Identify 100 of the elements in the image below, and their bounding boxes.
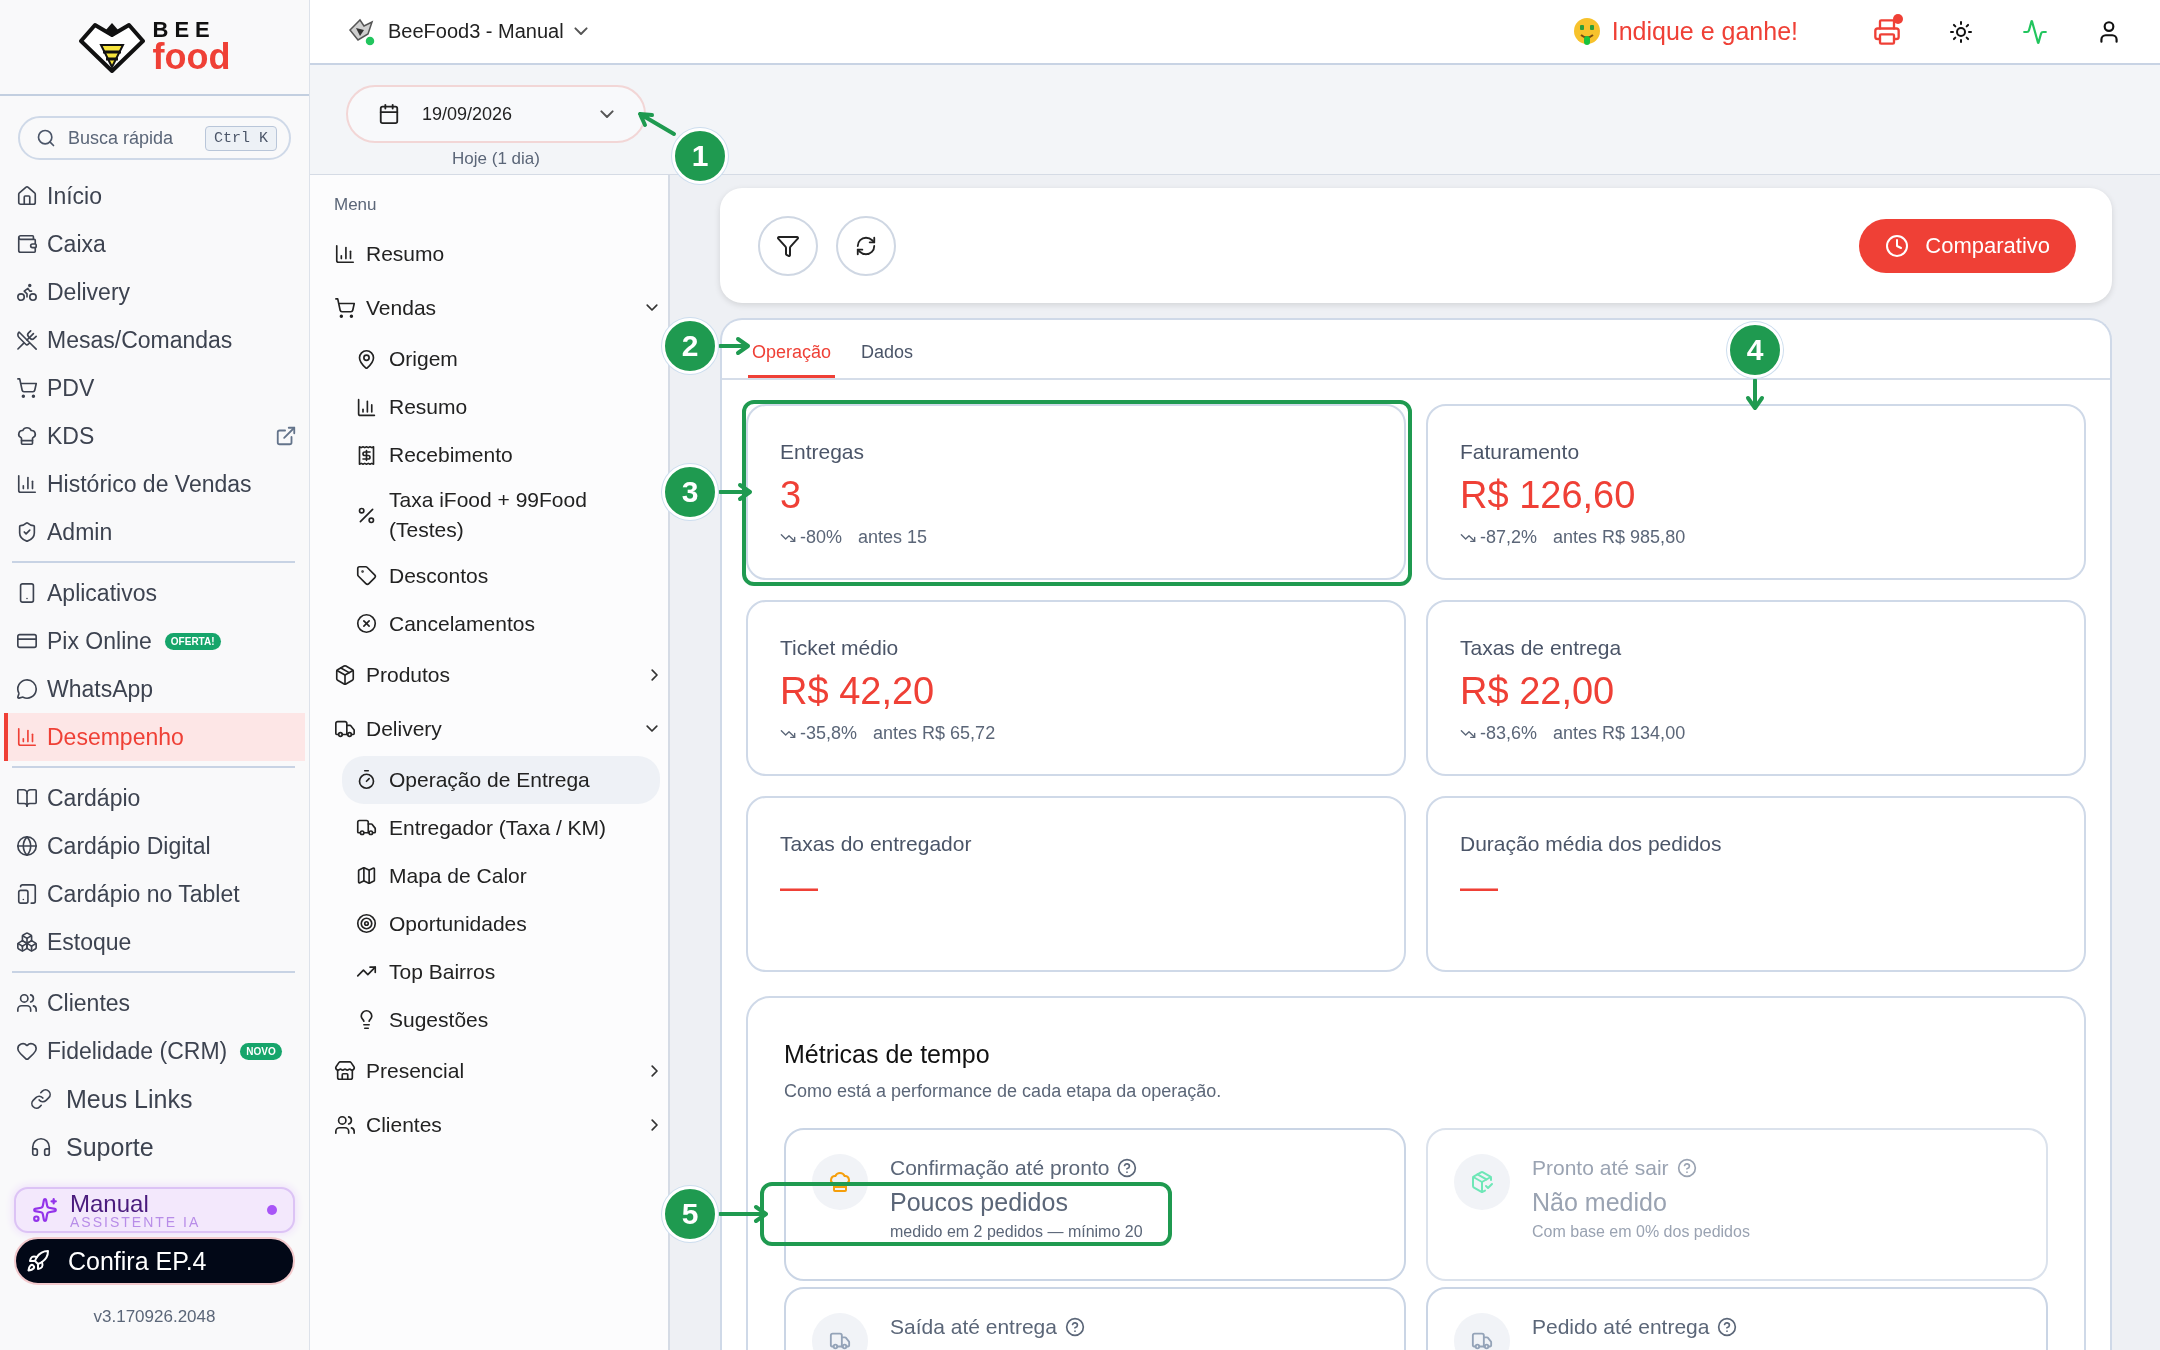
help-icon[interactable] [1117, 1158, 1138, 1178]
chevron-down-icon [573, 27, 588, 36]
submenu-item[interactable]: Taxa iFood + 99Food (Testes) [342, 479, 660, 552]
pulse-icon [2022, 18, 2048, 45]
pointer-arrow [720, 338, 750, 354]
submenu-item[interactable]: Presencial [334, 1043, 660, 1098]
nav-item[interactable]: Pix Online OFERTA! [4, 617, 305, 665]
time-metric-value: Não medido [1532, 1188, 1668, 1217]
target-icon [356, 913, 377, 935]
nav-item[interactable]: Início [4, 172, 305, 220]
cart-icon [334, 297, 356, 319]
time-metric-value: Poucos pedidos [890, 1188, 1069, 1217]
submenu-item[interactable]: Origem [342, 335, 660, 383]
metric-label: Taxas do entregador [780, 832, 973, 856]
nav-item[interactable]: PDV [4, 364, 305, 412]
refresh-icon [855, 234, 877, 257]
nav-item[interactable]: Fidelidade (CRM) NOVO [4, 1027, 305, 1075]
nav-item[interactable]: KDS [4, 412, 305, 460]
pin-icon [356, 348, 377, 370]
compare-button[interactable]: Comparativo [1859, 218, 2076, 273]
headphones-icon [30, 1136, 52, 1158]
submenu-item[interactable]: Vendas [334, 281, 660, 335]
tab[interactable]: Operação [748, 342, 836, 378]
bar-chart-icon [334, 243, 356, 265]
submenu-item[interactable]: Operação de Entrega [342, 755, 660, 804]
globe-icon [16, 835, 38, 857]
tablet-icon [16, 883, 38, 905]
submenu-item[interactable]: Delivery [334, 701, 660, 756]
step-number: 1 [672, 128, 728, 184]
trend-before: antes 15 [858, 527, 928, 548]
metric-label: Duração média dos pedidos [1460, 832, 1723, 856]
footer-link[interactable]: Suporte [0, 1123, 309, 1171]
submenu-item[interactable]: Resumo [334, 227, 660, 281]
time-metric-note: medido em 2 pedidos — mínimo 20 [890, 1223, 1143, 1241]
nav-item[interactable]: Histórico de Vendas [4, 460, 305, 508]
book-icon [16, 787, 38, 809]
nav-item[interactable]: WhatsApp [4, 665, 305, 713]
submenu-item[interactable]: Mapa de Calor [342, 851, 660, 900]
footer-link[interactable]: Meus Links [0, 1075, 309, 1123]
submenu-item[interactable]: Produtos [334, 647, 660, 702]
printer-icon [1873, 17, 1901, 46]
chef-hat-icon [16, 425, 38, 447]
referral-link[interactable]: Indique e ganhe! [1571, 16, 1798, 47]
chevron-right-icon [650, 1064, 658, 1077]
pointer-arrow [636, 110, 676, 136]
submenu-item[interactable]: Sugestões [342, 995, 660, 1044]
nav-item[interactable]: Admin [4, 508, 305, 556]
metric-value: — [1460, 866, 1499, 909]
help-icon[interactable] [1064, 1317, 1085, 1337]
time-metric-title: Pedido até entrega [1532, 1315, 1710, 1339]
help-icon[interactable] [1717, 1317, 1738, 1337]
submenu-item[interactable]: Cancelamentos [342, 599, 660, 648]
assistant-title: Manual [70, 1190, 150, 1217]
metric-value: R$ 42,20 [780, 670, 936, 713]
calendar-icon [378, 103, 400, 125]
trend-before: antes R$ 134,00 [1553, 723, 1686, 744]
submenu-item[interactable]: Descontos [342, 551, 660, 600]
receipt-icon [356, 444, 377, 466]
promo-button[interactable]: Confira EP.4 [14, 1237, 295, 1285]
trend-change: -35,8% [800, 723, 858, 744]
boxes-icon [16, 931, 38, 953]
assistant-button[interactable]: Manual ASSISTENTE IA [14, 1187, 295, 1233]
section-subtitle: Como está a performance de cada etapa da operação. [784, 1081, 1223, 1102]
date-picker[interactable]: 19/09/2026 [346, 85, 646, 143]
search-placeholder: Busca rápida [68, 127, 174, 149]
search-field[interactable]: Busca rápida Ctrl K [18, 116, 291, 160]
trend-change: -83,6% [1480, 723, 1538, 744]
store-icon [334, 1059, 356, 1082]
nav-item[interactable]: Clientes [4, 979, 305, 1027]
nav-item[interactable]: Cardápio Digital [4, 822, 305, 870]
nav-item[interactable]: Caixa [4, 220, 305, 268]
nav-item[interactable]: Cardápio [4, 774, 305, 822]
tab[interactable]: Dados [857, 342, 918, 378]
time-metric-title: Confirmação até pronto [890, 1156, 1110, 1180]
submenu-item[interactable]: Recebimento [342, 431, 660, 479]
pointer-arrow [1747, 380, 1763, 410]
search-icon [36, 128, 56, 148]
step-number: 2 [662, 318, 718, 374]
nav-item[interactable]: Estoque [4, 918, 305, 966]
date-caption: Hoje (1 dia) [451, 149, 541, 169]
cart-icon [16, 377, 38, 399]
pointer-arrow [720, 484, 752, 500]
chevron-down-icon [600, 109, 614, 119]
status-dot [267, 1205, 277, 1215]
submenu-item[interactable]: Top Bairros [342, 947, 660, 996]
nav-item[interactable]: Cardápio no Tablet [4, 870, 305, 918]
submenu-item[interactable]: Resumo [342, 383, 660, 431]
workspace-selector[interactable]: BeeFood3 - Manual [346, 15, 588, 48]
metric-label: Taxas de entrega [1460, 636, 1623, 660]
submenu-item[interactable]: Clientes [334, 1097, 660, 1152]
nav-item[interactable]: Aplicativos [4, 569, 305, 617]
sun-icon [1949, 19, 1973, 44]
nav-item[interactable]: Mesas/Comandas [4, 316, 305, 364]
wallet-icon [16, 233, 38, 255]
nav-item[interactable]: Delivery [4, 268, 305, 316]
users-icon [334, 1113, 356, 1136]
submenu-item[interactable]: Oportunidades [342, 899, 660, 948]
submenu-item[interactable]: Entregador (Taxa / KM) [342, 803, 660, 852]
clock-icon [1885, 233, 1910, 258]
pointer-arrow [720, 1206, 768, 1222]
